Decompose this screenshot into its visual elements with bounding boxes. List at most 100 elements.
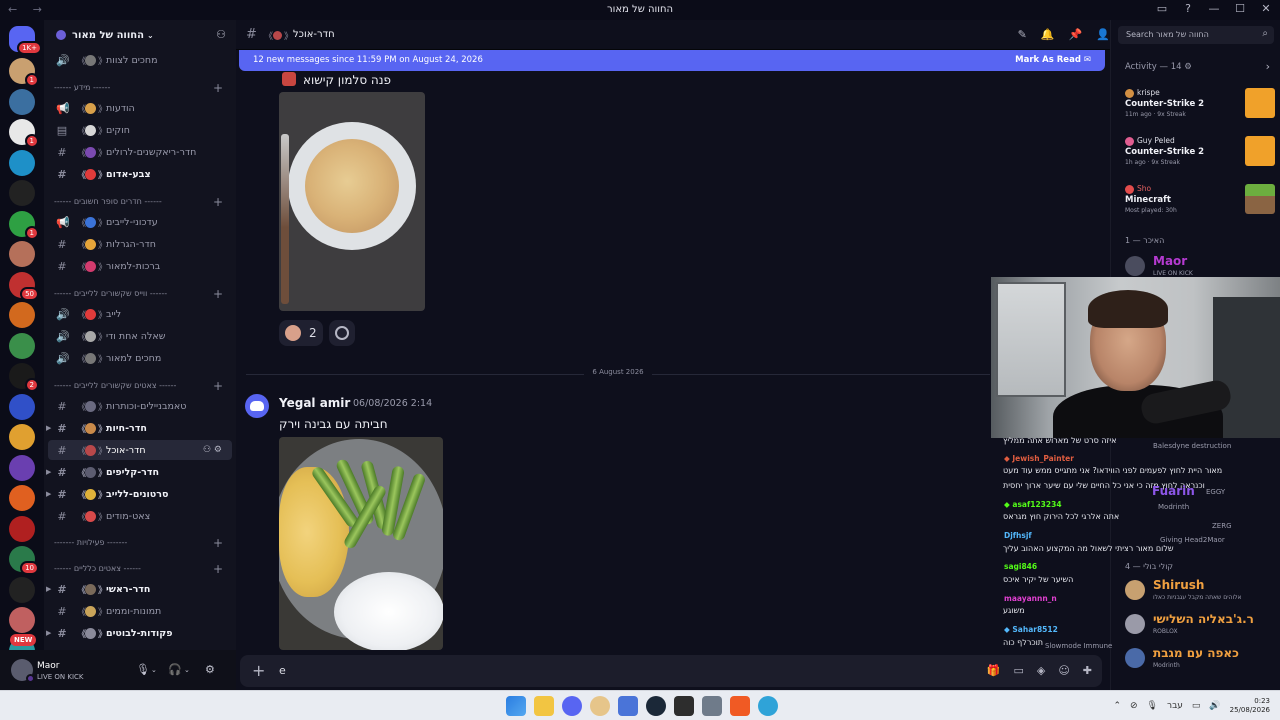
server-icon[interactable] bbox=[9, 576, 35, 603]
category-header[interactable]: ------ צאטים שקשורים ללייבים ------ + bbox=[44, 379, 236, 394]
pin-icon[interactable]: 📌 bbox=[1069, 28, 1083, 41]
avatar[interactable] bbox=[245, 394, 269, 418]
brave-icon[interactable] bbox=[730, 696, 750, 716]
clock[interactable]: 0:23 25/08/2026 bbox=[1230, 697, 1270, 715]
channel-text[interactable]: # 《》 טאמבניילים-וכותרות bbox=[44, 396, 236, 416]
discord-icon[interactable] bbox=[562, 696, 582, 716]
app-icon[interactable] bbox=[674, 696, 694, 716]
channel-food-active[interactable]: # 《》 חדר-אוכל ⚇ ⚙ bbox=[48, 440, 232, 460]
channel-text[interactable]: # 《》 ברכות-למאור bbox=[44, 256, 236, 276]
channel-rules[interactable]: ▤ 《》 חוקים bbox=[44, 120, 236, 140]
mic-icon[interactable]: 🎙 bbox=[1147, 701, 1158, 711]
server-icon[interactable]: 2 bbox=[9, 363, 39, 392]
chevron-up-icon[interactable]: ⌃ bbox=[1113, 701, 1121, 711]
invite-icon[interactable]: ⚇ bbox=[216, 28, 226, 41]
search-input[interactable]: Search החווה של מאור ⌕ bbox=[1118, 26, 1274, 44]
member-item[interactable]: ר.ג'באליה השלישי ROBLOX bbox=[1125, 610, 1280, 640]
channel-text[interactable]: ▶ # 《》 חדר-ראשי bbox=[44, 579, 236, 599]
server-icon[interactable]: 1 bbox=[9, 58, 39, 87]
server-icon[interactable] bbox=[9, 393, 35, 420]
server-icon[interactable] bbox=[9, 485, 35, 511]
apps-icon[interactable]: ✚ bbox=[1083, 664, 1092, 677]
channel-voice[interactable]: 🔊 《》 מחכים למאור bbox=[44, 348, 236, 368]
category-header[interactable]: ------ חדרים סופר חשובים ------ + bbox=[44, 195, 236, 210]
language-indicator[interactable]: עבר bbox=[1167, 701, 1183, 711]
plus-icon[interactable]: + bbox=[213, 536, 223, 550]
server-icon[interactable]: 10 bbox=[9, 546, 39, 575]
category-header[interactable]: ------ מידע ------ + bbox=[44, 81, 236, 96]
server-icon[interactable]: 1 bbox=[9, 210, 39, 240]
category-header[interactable]: ------- פעילויות ------- + bbox=[44, 536, 236, 551]
edge-icon[interactable] bbox=[758, 696, 778, 716]
channel-text[interactable]: ▶ # 《》 סרטונים-ללייב bbox=[44, 484, 236, 504]
maximize-button[interactable]: ☐ bbox=[1234, 2, 1246, 15]
channel-text[interactable]: # 《》 תמונות-וממים bbox=[44, 601, 236, 621]
server-icon[interactable]: 1 bbox=[9, 119, 39, 148]
bell-icon[interactable]: 🔔 bbox=[1041, 28, 1055, 41]
settings-icon[interactable] bbox=[702, 696, 722, 716]
channel-text[interactable]: # 《》 צבע-אדום bbox=[44, 164, 236, 184]
close-button[interactable]: ✕ bbox=[1260, 2, 1272, 15]
chevron-down-icon[interactable]: ⌄ bbox=[151, 666, 157, 674]
add-reaction-button[interactable] bbox=[329, 320, 355, 346]
network-icon[interactable]: ⊘ bbox=[1130, 701, 1138, 711]
microphone-icon[interactable]: 🎙 bbox=[136, 663, 150, 676]
file-explorer-icon[interactable] bbox=[534, 696, 554, 716]
gear-icon[interactable]: ⚙ bbox=[205, 663, 215, 676]
plus-icon[interactable]: + bbox=[213, 81, 223, 95]
channel-announcements[interactable]: 📢 《》 עדכוני-לייבים bbox=[44, 212, 236, 232]
chevron-right-icon[interactable]: › bbox=[1266, 60, 1270, 73]
channel-voice[interactable]: 🔊 《》 שאלה אחת ודי bbox=[44, 326, 236, 346]
headphones-icon[interactable]: 🎧 bbox=[168, 663, 182, 676]
reaction-button[interactable]: 2 bbox=[279, 320, 323, 346]
minimize-button[interactable]: — bbox=[1208, 2, 1220, 15]
server-icon[interactable] bbox=[9, 607, 35, 633]
plus-icon[interactable]: + bbox=[213, 562, 223, 576]
server-header[interactable]: החווה של מאור ⌄ ⚇ bbox=[44, 20, 236, 50]
threads-icon[interactable]: ✎ bbox=[1018, 28, 1027, 41]
server-icon[interactable] bbox=[9, 180, 35, 206]
server-icon[interactable] bbox=[9, 454, 35, 481]
server-icon[interactable] bbox=[9, 515, 35, 542]
plus-icon[interactable]: + bbox=[213, 287, 223, 301]
server-icon[interactable] bbox=[9, 332, 35, 359]
channel-text[interactable]: # 《》 צאט-מודים bbox=[44, 506, 236, 526]
sticker-icon[interactable]: ◈ bbox=[1037, 664, 1045, 677]
volume-icon[interactable]: 🔊 bbox=[1209, 701, 1220, 711]
channel-text[interactable]: # 《》 חדר-ריאקשנים-לרולים bbox=[44, 142, 236, 162]
server-icon[interactable] bbox=[9, 149, 35, 176]
activity-item[interactable]: krispe Counter-Strike 2 11m ago · 9x Str… bbox=[1125, 88, 1275, 132]
inbox-icon[interactable]: ▭ bbox=[1156, 2, 1168, 15]
server-icon[interactable] bbox=[9, 241, 35, 267]
channel-settings-icons[interactable]: ⚇ ⚙ bbox=[203, 445, 222, 455]
new-messages-bar[interactable]: 12 new messages since 11:59 PM on August… bbox=[239, 50, 1105, 71]
server-icon[interactable] bbox=[9, 302, 35, 328]
emoji-icon[interactable]: ☺ bbox=[1058, 664, 1069, 677]
channel-voice[interactable]: 🔊 《》 מחכים לצוות bbox=[44, 50, 236, 70]
channel-voice[interactable]: 🔊 《》 לייב bbox=[44, 304, 236, 324]
activity-item[interactable]: Guy Peled Counter-Strike 2 1h ago · 9x S… bbox=[1125, 136, 1275, 180]
activity-item[interactable]: Sho Minecraft Most played: 30h bbox=[1125, 184, 1275, 228]
message-composer[interactable]: + e 🎁 ▭ ◈ ☺ ✚ bbox=[240, 655, 1102, 687]
category-header[interactable]: ------ צאטים כלליים ------ + bbox=[44, 562, 236, 577]
food-image-omelette[interactable] bbox=[279, 437, 443, 650]
plus-icon[interactable]: + bbox=[213, 379, 223, 393]
steam-icon[interactable] bbox=[646, 696, 666, 716]
mark-as-read-button[interactable]: Mark As Read ✉ bbox=[1015, 55, 1091, 65]
chevron-down-icon[interactable]: ⌄ bbox=[184, 666, 190, 674]
message-author[interactable]: Yegal amir bbox=[279, 396, 350, 410]
channel-text[interactable]: ▶ # 《》 חדר-חיות bbox=[44, 418, 236, 438]
member-item[interactable]: כאפה עם מגבת Modrinth bbox=[1125, 644, 1280, 674]
gif-icon[interactable]: ▭ bbox=[1013, 664, 1023, 677]
channel-text[interactable]: ▶ # 《》 חדר-קליפים bbox=[44, 462, 236, 482]
food-image-pasta[interactable] bbox=[279, 92, 425, 311]
windows-start-icon[interactable] bbox=[506, 696, 526, 716]
help-icon[interactable]: ? bbox=[1182, 2, 1194, 15]
avatar[interactable] bbox=[11, 659, 35, 683]
gear-icon[interactable]: ⚙ bbox=[1184, 62, 1192, 72]
gift-icon[interactable]: 🎁 bbox=[987, 664, 1001, 677]
category-header[interactable]: ------ ווייס שקשורים ללייבים ------ + bbox=[44, 287, 236, 302]
server-icon[interactable] bbox=[9, 424, 35, 450]
members-icon[interactable]: 👤 bbox=[1096, 28, 1110, 41]
home-button[interactable]: 1K+ bbox=[9, 26, 42, 55]
